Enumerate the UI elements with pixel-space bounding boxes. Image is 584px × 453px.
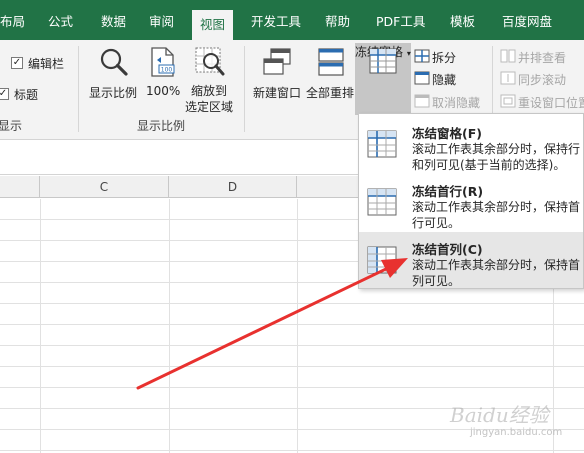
side-by-side-button[interactable]: 并排查看 — [518, 49, 566, 66]
column-header-b[interactable] — [0, 176, 40, 198]
grid-line — [169, 199, 170, 453]
column-header-d[interactable]: D — [169, 176, 297, 198]
grid-line — [297, 199, 298, 453]
zoom-label: 显示比例 — [89, 86, 138, 100]
headings-checkbox[interactable]: ✓ — [0, 88, 9, 100]
group-divider — [78, 46, 79, 132]
unhide-icon — [414, 94, 430, 108]
tab-pdf-tools[interactable]: PDF工具 — [376, 0, 425, 40]
hide-icon — [414, 71, 430, 85]
hide-button[interactable]: 隐藏 — [432, 71, 456, 88]
menu-item-title: 冻结首行(R) — [412, 184, 484, 199]
freeze-panes-menu: 冻结窗格(F) 滚动工作表其余部分时，保持行和列可见(基于当前的选择)。 冻结首… — [358, 113, 584, 289]
group-divider — [244, 46, 245, 132]
grid-line — [40, 199, 41, 453]
menu-item-freeze-first-column[interactable]: 冻结首列(C) 滚动工作表其余部分时，保持首列可见。 — [359, 232, 583, 288]
grid-line — [0, 324, 584, 325]
zoom-button[interactable]: 显示比例 — [88, 44, 140, 110]
new-window-icon — [263, 48, 291, 75]
show-group-label: 显示 — [0, 119, 23, 133]
grid-line — [0, 450, 584, 451]
tab-developer[interactable]: 开发工具 — [251, 0, 301, 40]
freeze-panes-icon — [367, 130, 397, 158]
menu-item-description: 滚动工作表其余部分时，保持首列可见。 — [412, 258, 581, 288]
zoom-selection-icon — [195, 47, 225, 76]
sync-scroll-icon — [500, 71, 516, 85]
freeze-panes-button[interactable]: 冻结窗格 ▾ — [355, 43, 411, 115]
zoom-100-button[interactable]: 100 100% — [145, 44, 181, 110]
zoom-group-label: 显示比例 — [137, 119, 186, 133]
freeze-top-row-icon — [367, 188, 397, 216]
new-window-label: 新建窗口 — [253, 86, 302, 100]
tab-formulas[interactable]: 公式 — [48, 0, 73, 40]
split-icon — [414, 49, 430, 63]
tab-baidu-netdisk[interactable]: 百度网盘 — [502, 0, 552, 40]
watermark-url: jingyan.baidu.com — [470, 427, 563, 438]
tab-data[interactable]: 数据 — [101, 0, 126, 40]
page-100-icon: 100 — [151, 47, 175, 77]
reset-position-icon — [500, 94, 516, 108]
grid-line — [0, 387, 584, 388]
tab-view[interactable]: 视图 — [192, 10, 234, 40]
column-header-c[interactable]: C — [40, 176, 169, 198]
tab-review[interactable]: 审阅 — [149, 0, 174, 40]
zoom-to-selection-button[interactable]: 缩放到 选定区域 — [183, 44, 237, 116]
tab-templates[interactable]: 模板 — [450, 0, 475, 40]
formula-bar-checkbox[interactable]: ✓ — [11, 57, 23, 69]
zoom-selection-label-line1: 缩放到 — [191, 84, 228, 98]
unhide-button[interactable]: 取消隐藏 — [432, 94, 480, 111]
freeze-panes-icon — [369, 48, 397, 74]
baidu-watermark: Baidu经验 jingyan.baidu.com — [450, 395, 580, 445]
headings-label: 标题 — [14, 88, 39, 102]
grid-line — [0, 303, 584, 304]
arrange-all-icon — [318, 48, 344, 76]
ribbon-tab-bar: 布局 公式 数据 审阅 视图 开发工具 帮助 PDF工具 模板 百度网盘 — [0, 0, 584, 40]
chevron-down-icon: ▾ — [406, 49, 411, 58]
magnifier-icon — [100, 48, 128, 76]
svg-text:100: 100 — [161, 67, 173, 74]
reset-position-button[interactable]: 重设窗口位置 — [518, 94, 584, 111]
menu-item-title: 冻结首列(C) — [412, 242, 483, 257]
tab-layout[interactable]: 布局 — [0, 0, 25, 40]
grid-line — [0, 345, 584, 346]
sync-scroll-button[interactable]: 同步滚动 — [518, 71, 566, 88]
watermark-text: Baidu经验 — [450, 403, 549, 427]
menu-item-freeze-panes[interactable]: 冻结窗格(F) 滚动工作表其余部分时，保持行和列可见(基于当前的选择)。 — [359, 116, 583, 172]
grid-line — [0, 366, 584, 367]
zoom-selection-label-line2: 选定区域 — [185, 100, 234, 114]
freeze-first-column-icon — [367, 246, 397, 274]
new-window-button[interactable]: 新建窗口 — [252, 44, 304, 110]
menu-item-title: 冻结窗格(F) — [412, 126, 482, 141]
side-by-side-icon — [500, 49, 516, 63]
tab-help[interactable]: 帮助 — [325, 0, 350, 40]
menu-item-freeze-top-row[interactable]: 冻结首行(R) 滚动工作表其余部分时，保持首行可见。 — [359, 174, 583, 230]
split-button[interactable]: 拆分 — [432, 49, 456, 66]
formula-bar-label: 编辑栏 — [28, 57, 65, 71]
zoom-100-label: 100% — [146, 84, 181, 98]
menu-item-description: 滚动工作表其余部分时，保持首行可见。 — [412, 200, 581, 230]
menu-item-description: 滚动工作表其余部分时，保持行和列可见(基于当前的选择)。 — [412, 142, 581, 172]
arrange-all-button[interactable]: 全部重排 — [305, 44, 357, 110]
arrange-all-label: 全部重排 — [306, 86, 355, 100]
